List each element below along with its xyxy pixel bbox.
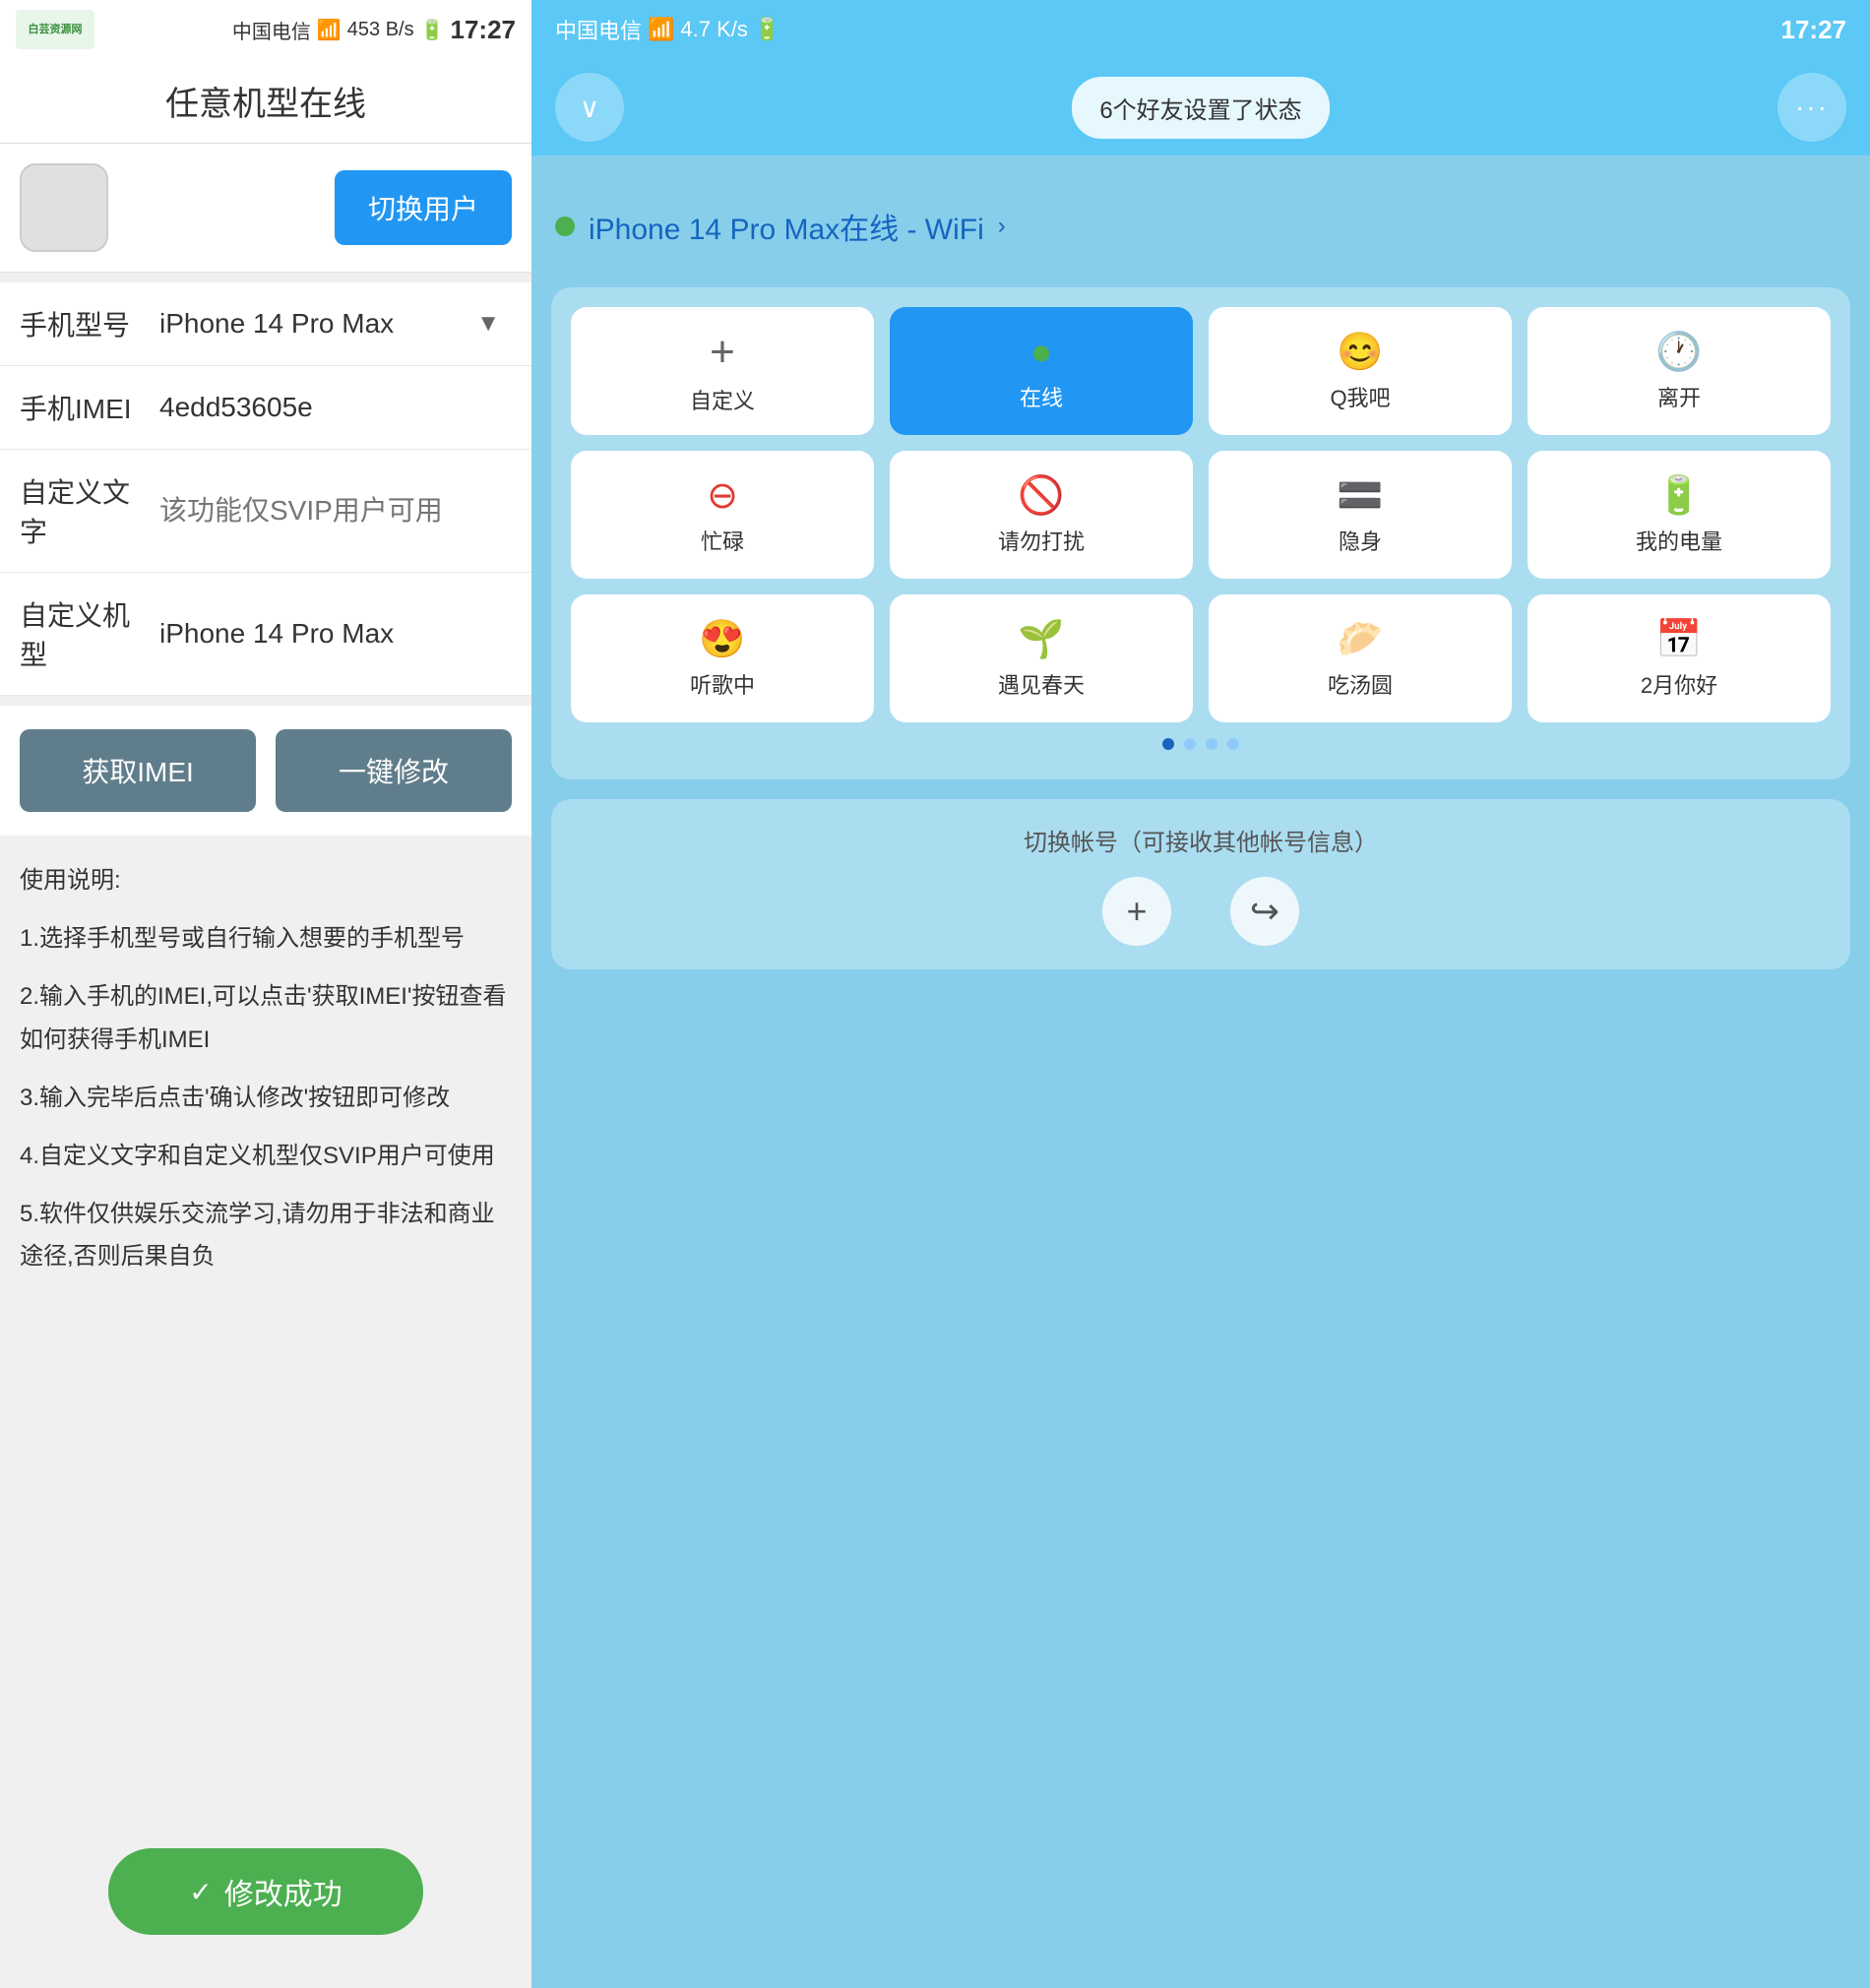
signal-right: 📶 (648, 17, 674, 42)
dot-3 (1206, 738, 1217, 750)
dnd-icon: 🚫 (1018, 477, 1064, 515)
custom-text-label: 自定义文字 (20, 471, 148, 550)
one-click-modify-button[interactable]: 一键修改 (276, 729, 512, 812)
online-icon: ● (1030, 334, 1053, 371)
online-dot-icon (555, 217, 575, 236)
wifi-speed-left: 453 B/s (347, 19, 414, 41)
chevron-right-icon: › (998, 213, 1006, 240)
status-item-spring[interactable]: 🌱 遇见春天 (890, 594, 1193, 722)
status-item-dnd[interactable]: 🚫 请勿打扰 (890, 451, 1193, 579)
chevron-down-icon: ∨ (580, 92, 600, 124)
wifi-speed-right: 4.7 K/s (680, 17, 747, 42)
status-item-invisible[interactable]: 🟰 隐身 (1209, 451, 1512, 579)
battery-left: 🔋 (420, 18, 445, 42)
instructions-section: 使用说明: 1.选择手机型号或自行输入想要的手机型号 2.输入手机的IMEI,可… (0, 836, 531, 1825)
status-item-online[interactable]: ● 在线 (890, 307, 1193, 435)
action-buttons: 获取IMEI 一键修改 (0, 706, 531, 836)
carrier-right: 中国电信 (555, 14, 642, 45)
online-status-bar[interactable]: iPhone 14 Pro Max在线 - WiFi › (531, 155, 1870, 278)
dot-4 (1227, 738, 1239, 750)
instructions-step3: 3.输入完毕后点击'确认修改'按钮即可修改 (20, 1077, 512, 1119)
right-panel: 中国电信 📶 4.7 K/s 🔋 17:27 ∨ 6个好友设置了状态 ··· i… (531, 0, 1870, 1988)
status-grid-row1: + 自定义 ● 在线 😊 Q我吧 🕐 离开 (571, 307, 1831, 435)
custom-model-row: 自定义机型 iPhone 14 Pro Max (0, 573, 531, 696)
status-item-february[interactable]: 📅 2月你好 (1527, 594, 1831, 722)
clock-icon: 🕐 (1655, 334, 1702, 371)
status-bar-left: 白芸资源网 中国电信 📶 453 B/s 🔋 17:27 (0, 0, 531, 59)
switch-user-button[interactable]: 切换用户 (335, 170, 512, 245)
status-item-battery[interactable]: 🔋 我的电量 (1527, 451, 1831, 579)
instructions-title: 使用说明: (20, 859, 512, 901)
instructions-step4: 4.自定义文字和自定义机型仅SVIP用户可使用 (20, 1135, 512, 1177)
success-button[interactable]: ✓ 修改成功 (108, 1848, 423, 1935)
account-switch-label: 切换帐号（可接收其他帐号信息） (581, 823, 1821, 857)
imei-label: 手机IMEI (20, 388, 148, 427)
music-icon: 😍 (699, 621, 745, 658)
status-grid-container: + 自定义 ● 在线 😊 Q我吧 🕐 离开 ⊖ 忙碌 (551, 287, 1850, 779)
status-grid-row2: ⊖ 忙碌 🚫 请勿打扰 🟰 隐身 🔋 我的电量 (571, 451, 1831, 579)
app-logo: 白芸资源网 (16, 10, 94, 49)
custom-model-value: iPhone 14 Pro Max (148, 618, 512, 650)
exit-account-button[interactable]: ↪ (1230, 877, 1299, 946)
phone-model-row: 手机型号 iPhone 14 Pro Max ▼ (0, 282, 531, 366)
status-icons-left: 中国电信 📶 453 B/s 🔋 17:27 (232, 15, 516, 45)
status-item-music[interactable]: 😍 听歌中 (571, 594, 874, 722)
more-icon: ··· (1795, 92, 1829, 123)
status-item-away[interactable]: 🕐 离开 (1527, 307, 1831, 435)
status-item-custom[interactable]: + 自定义 (571, 307, 874, 435)
status-item-qme[interactable]: 😊 Q我吧 (1209, 307, 1512, 435)
status-bar-right: 中国电信 📶 4.7 K/s 🔋 17:27 (531, 0, 1870, 59)
time-right: 17:27 (1781, 15, 1847, 45)
dot-2 (1184, 738, 1196, 750)
tangyuan-icon: 🥟 (1337, 621, 1383, 658)
smile-icon: 😊 (1337, 334, 1383, 371)
calendar-icon: 📅 (1655, 621, 1702, 658)
battery-right: 🔋 (754, 17, 780, 42)
app-title: 任意机型在线 (0, 59, 531, 144)
chevron-down-button[interactable]: ∨ (555, 73, 624, 142)
add-account-icon: + (1126, 891, 1147, 932)
top-bar: ∨ 6个好友设置了状态 ··· (531, 59, 1870, 155)
signal-left: 📶 (317, 18, 342, 42)
battery-icon: 🔋 (1655, 477, 1702, 515)
dot-1 (1162, 738, 1174, 750)
status-item-tangyuan[interactable]: 🥟 吃汤圆 (1209, 594, 1512, 722)
carrier-left: 中国电信 (232, 16, 311, 44)
plus-icon: + (710, 331, 735, 374)
dot-indicators (571, 738, 1831, 750)
add-account-button[interactable]: + (1102, 877, 1171, 946)
instructions-step1: 1.选择手机型号或自行输入想要的手机型号 (20, 917, 512, 960)
custom-text-row: 自定义文字 (0, 450, 531, 573)
imei-row: 手机IMEI (0, 366, 531, 450)
busy-icon: ⊖ (707, 477, 738, 515)
user-section: 切换用户 (0, 144, 531, 273)
check-icon: ✓ (189, 1876, 212, 1908)
spring-icon: 🌱 (1018, 621, 1064, 658)
account-switch-buttons: + ↪ (581, 877, 1821, 946)
account-switch-section: 切换帐号（可接收其他帐号信息） + ↪ (551, 799, 1850, 969)
dropdown-arrow-icon: ▼ (476, 310, 500, 338)
left-panel: 白芸资源网 中国电信 📶 453 B/s 🔋 17:27 任意机型在线 切换用户… (0, 0, 531, 1988)
custom-text-input[interactable] (148, 495, 527, 527)
exit-account-icon: ↪ (1250, 891, 1279, 932)
more-button[interactable]: ··· (1777, 73, 1846, 142)
online-status-text: iPhone 14 Pro Max在线 - WiFi (589, 205, 984, 248)
form-section: 手机型号 iPhone 14 Pro Max ▼ 手机IMEI 自定义文字 自定… (0, 282, 531, 696)
imei-input[interactable] (148, 392, 527, 423)
phone-model-label: 手机型号 (20, 304, 148, 343)
time-left: 17:27 (451, 15, 517, 45)
phone-model-value[interactable]: iPhone 14 Pro Max ▼ (148, 308, 512, 340)
instructions-step5: 5.软件仅供娱乐交流学习,请勿用于非法和商业途径,否则后果自负 (20, 1193, 512, 1277)
avatar (20, 163, 108, 252)
instructions-step2: 2.输入手机的IMEI,可以点击'获取IMEI'按钮查看如何获得手机IMEI (20, 975, 512, 1060)
friend-status-pill[interactable]: 6个好友设置了状态 (1072, 77, 1329, 139)
status-item-busy[interactable]: ⊖ 忙碌 (571, 451, 874, 579)
custom-model-label: 自定义机型 (20, 594, 148, 673)
get-imei-button[interactable]: 获取IMEI (20, 729, 256, 812)
invisible-icon: 🟰 (1337, 477, 1383, 515)
status-grid-row3: 😍 听歌中 🌱 遇见春天 🥟 吃汤圆 📅 2月你好 (571, 594, 1831, 722)
